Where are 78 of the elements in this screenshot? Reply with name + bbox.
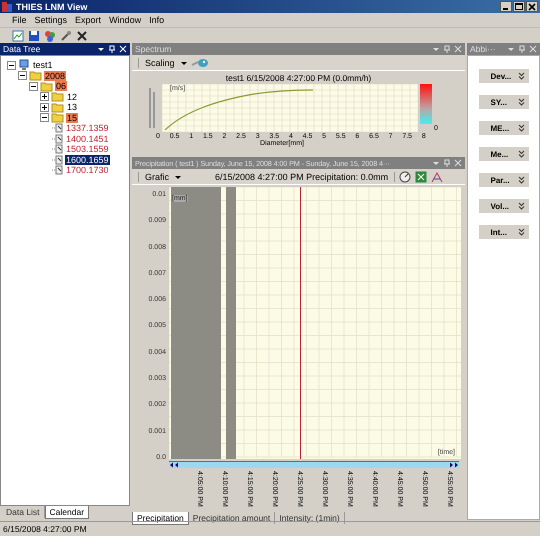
panel-title: Abbi··· (470, 44, 497, 54)
document-icon (51, 165, 63, 176)
tab[interactable]: Intensity: (1min) (275, 512, 345, 524)
chart-icon[interactable] (12, 30, 24, 42)
panel-title: Data Tree (3, 44, 42, 54)
color-scale-drawing (420, 84, 432, 124)
menu-item[interactable]: Window (109, 15, 142, 25)
section-button[interactable]: Dev... (478, 69, 528, 83)
section-button[interactable]: Vol... (478, 199, 528, 213)
app-icon (2, 2, 12, 12)
folder-icon (29, 70, 42, 82)
tab[interactable]: Precipitation (132, 512, 189, 525)
maximize-icon[interactable] (513, 1, 525, 12)
computer-icon (18, 59, 30, 72)
menu-item[interactable]: Settings (34, 15, 68, 25)
menu-item[interactable]: File (12, 15, 27, 25)
collapse-icon[interactable] (18, 71, 27, 80)
section-button[interactable]: Int... (478, 225, 528, 239)
dropdown-icon[interactable] (97, 45, 105, 53)
chevron-down-icon (518, 72, 524, 80)
chevron-down-icon (518, 202, 524, 210)
expand-icon[interactable] (40, 92, 49, 102)
wrench-icon[interactable] (60, 30, 72, 42)
menu-item[interactable]: Export (75, 15, 102, 25)
expand-icon[interactable] (40, 102, 49, 112)
scaling-dropdown[interactable]: Scaling (138, 58, 177, 68)
status-text: 6/15/2008 4:27:00 PM Precipitation: 0.0mm (215, 172, 396, 182)
panel-title: Spectrum (135, 44, 172, 54)
tree-item[interactable]: 2008 (44, 70, 66, 81)
chevron-down-icon (518, 98, 524, 106)
gauge-icon[interactable] (399, 170, 412, 182)
minimize-icon[interactable] (500, 1, 512, 12)
arrow-icon[interactable] (447, 462, 459, 468)
menu-item[interactable]: Info (149, 15, 164, 25)
save-icon[interactable] (28, 30, 40, 42)
collapse-icon[interactable] (29, 82, 38, 91)
tab[interactable]: Precipitation amount (188, 512, 276, 524)
tree-item[interactable]: 13 (66, 102, 78, 112)
tree-item[interactable]: test1 (32, 60, 54, 70)
document-icon (51, 154, 63, 165)
tree-item[interactable]: 12 (66, 92, 78, 102)
tree-item[interactable]: 1400.1451 (65, 134, 110, 144)
folder-icon (51, 112, 64, 124)
chart-icon[interactable] (431, 170, 444, 182)
section-button[interactable]: ME... (478, 121, 528, 135)
section-button[interactable]: Me... (478, 147, 528, 161)
document-icon (51, 134, 63, 144)
folder-icon (51, 102, 64, 113)
tree-item[interactable]: 1700.1730 (65, 165, 110, 176)
status-bar: 6/15/2008 4:27:00 PM (0, 521, 540, 536)
tree-item[interactable]: 15 (66, 112, 78, 123)
caret-icon (175, 174, 182, 180)
folder-icon (51, 91, 64, 102)
spreadsheet-icon[interactable] (415, 170, 428, 182)
tree-item[interactable]: 1600.1659 (65, 154, 110, 165)
document-icon (51, 123, 63, 134)
arrow-icon[interactable] (169, 462, 181, 468)
tree-item[interactable]: 1503.1559 (65, 144, 110, 154)
chevron-down-icon (518, 228, 524, 236)
colorful-icon[interactable] (44, 30, 56, 42)
horizontal-scrollbar[interactable] (169, 461, 459, 468)
document-icon (51, 144, 63, 154)
collapse-icon[interactable] (40, 113, 49, 122)
section-button[interactable]: Par... (478, 173, 528, 187)
section-button[interactable]: SY... (478, 95, 528, 109)
window-title: THIES LNM View (16, 2, 88, 12)
grafic-dropdown[interactable]: Grafic (138, 172, 172, 182)
chart-title: test1 6/15/2008 4:27:00 PM (0.0mm/h) (224, 72, 372, 84)
tree-item[interactable]: 1337.1359 (65, 123, 110, 134)
folder-icon (40, 80, 53, 92)
caret-icon (180, 60, 187, 66)
chevron-down-icon (518, 150, 524, 158)
chevron-down-icon (518, 176, 524, 184)
collapse-icon[interactable] (7, 60, 16, 70)
tab[interactable]: Calendar (44, 506, 90, 519)
close-icon[interactable] (526, 1, 538, 12)
chevron-down-icon (518, 124, 524, 132)
tree-item[interactable]: 06 (55, 81, 68, 92)
